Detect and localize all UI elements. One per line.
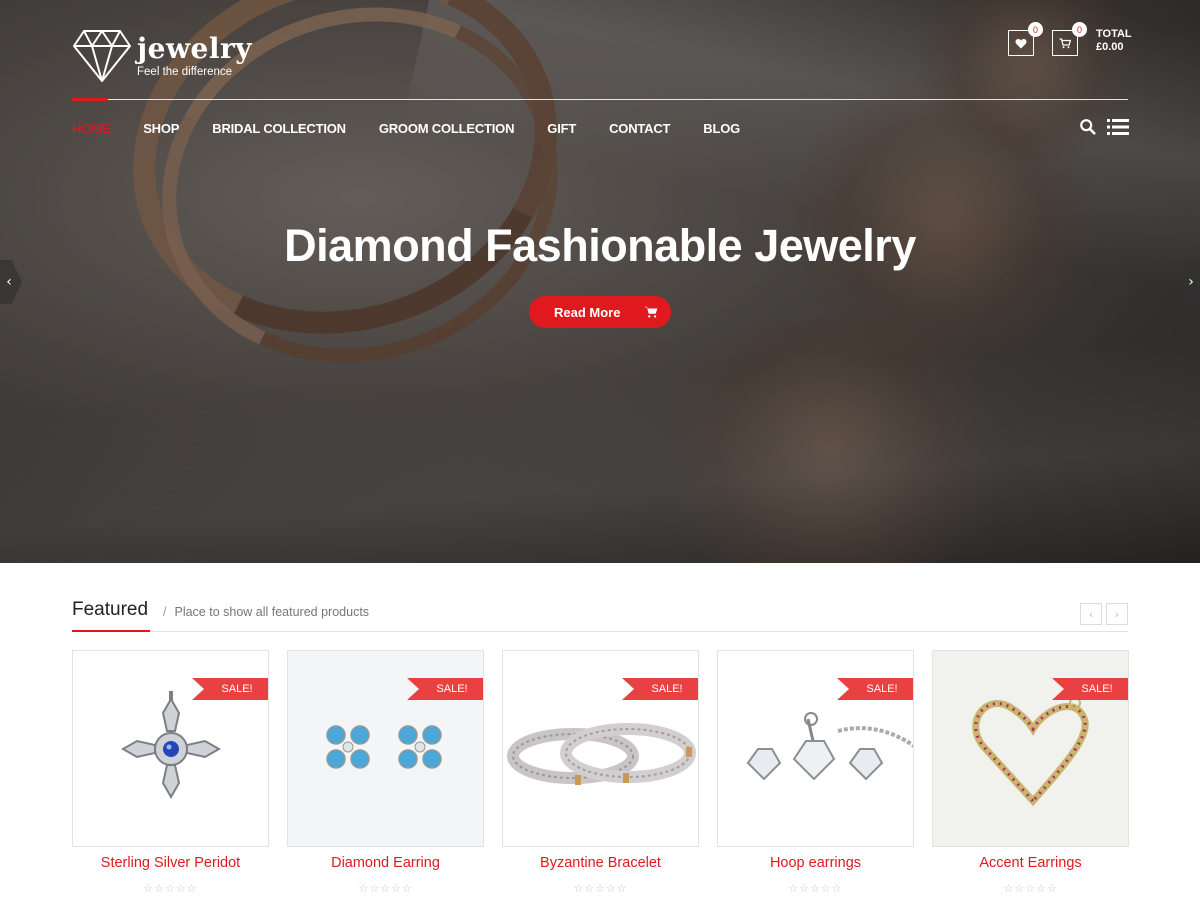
read-more-button[interactable]: Read More <box>529 296 671 328</box>
product-card[interactable]: SALE! <box>72 650 269 847</box>
product-card[interactable]: SALE! <box>717 650 914 847</box>
featured-divider <box>72 631 1128 632</box>
nav-item-bridal-collection[interactable]: BRIDAL COLLECTION <box>212 121 346 136</box>
product-rating: ☆☆☆☆☆ <box>573 882 628 895</box>
featured-prev-button[interactable]: ‹ <box>1080 603 1102 625</box>
active-nav-indicator <box>72 98 108 101</box>
nav-item-contact[interactable]: CONTACT <box>609 121 670 136</box>
product-name[interactable]: Diamond Earring <box>287 855 484 871</box>
cart-icon <box>1059 37 1071 48</box>
featured-subtitle: / Place to show all featured products <box>163 605 369 619</box>
heart-icon <box>1015 38 1027 48</box>
featured-next-button[interactable]: › <box>1106 603 1128 625</box>
cart-icon <box>644 306 658 318</box>
cart-count-badge: 0 <box>1072 22 1087 37</box>
product-rating: ☆☆☆☆☆ <box>143 882 198 895</box>
nav-item-blog[interactable]: BLOG <box>703 121 740 136</box>
header-divider <box>72 99 1128 100</box>
brand-name: jewelry <box>137 32 253 65</box>
product-name[interactable]: Byzantine Bracelet <box>502 855 699 871</box>
cart-total-value: £0.00 <box>1096 41 1124 53</box>
featured-separator: / <box>163 605 167 619</box>
nav-item-shop[interactable]: SHOP <box>143 121 179 136</box>
nav-item-groom-collection[interactable]: GROOM COLLECTION <box>379 121 515 136</box>
diamond-logo-icon <box>73 30 131 82</box>
wishlist-count-badge: 0 <box>1028 22 1043 37</box>
read-more-label: Read More <box>554 304 621 320</box>
hero-title: Diamond Fashionable Jewelry <box>284 220 916 271</box>
product-name[interactable]: Sterling Silver Peridot <box>72 855 269 871</box>
nav-item-gift[interactable]: GIFT <box>547 121 576 136</box>
product-rating: ☆☆☆☆☆ <box>1003 882 1058 895</box>
featured-subtitle-text: Place to show all featured products <box>174 605 370 619</box>
cart-total-label: TOTAL <box>1096 28 1132 40</box>
main-nav: HOME SHOP BRIDAL COLLECTION GROOM COLLEC… <box>72 119 773 137</box>
product-card[interactable]: SALE! <box>502 650 699 847</box>
product-card[interactable]: SALE! <box>287 650 484 847</box>
wishlist-button[interactable]: 0 <box>1008 22 1043 56</box>
product-rating: ☆☆☆☆☆ <box>358 882 413 895</box>
cart-total[interactable]: TOTAL £0.00 <box>1096 28 1132 54</box>
featured-underline <box>72 630 150 632</box>
brand-tagline: Feel the difference <box>137 66 233 78</box>
search-icon[interactable] <box>1079 118 1097 136</box>
nav-tools <box>1079 118 1129 136</box>
product-rating: ☆☆☆☆☆ <box>788 882 843 895</box>
product-card[interactable]: SALE! <box>932 650 1129 847</box>
featured-title: Featured <box>72 599 149 620</box>
cart-button[interactable]: 0 <box>1052 22 1087 56</box>
list-icon[interactable] <box>1107 118 1129 136</box>
nav-item-home[interactable]: HOME <box>72 121 110 136</box>
product-name[interactable]: Accent Earrings <box>932 855 1129 871</box>
site-logo[interactable]: jewelry Feel the difference <box>72 28 272 88</box>
product-name[interactable]: Hoop earrings <box>717 855 914 871</box>
